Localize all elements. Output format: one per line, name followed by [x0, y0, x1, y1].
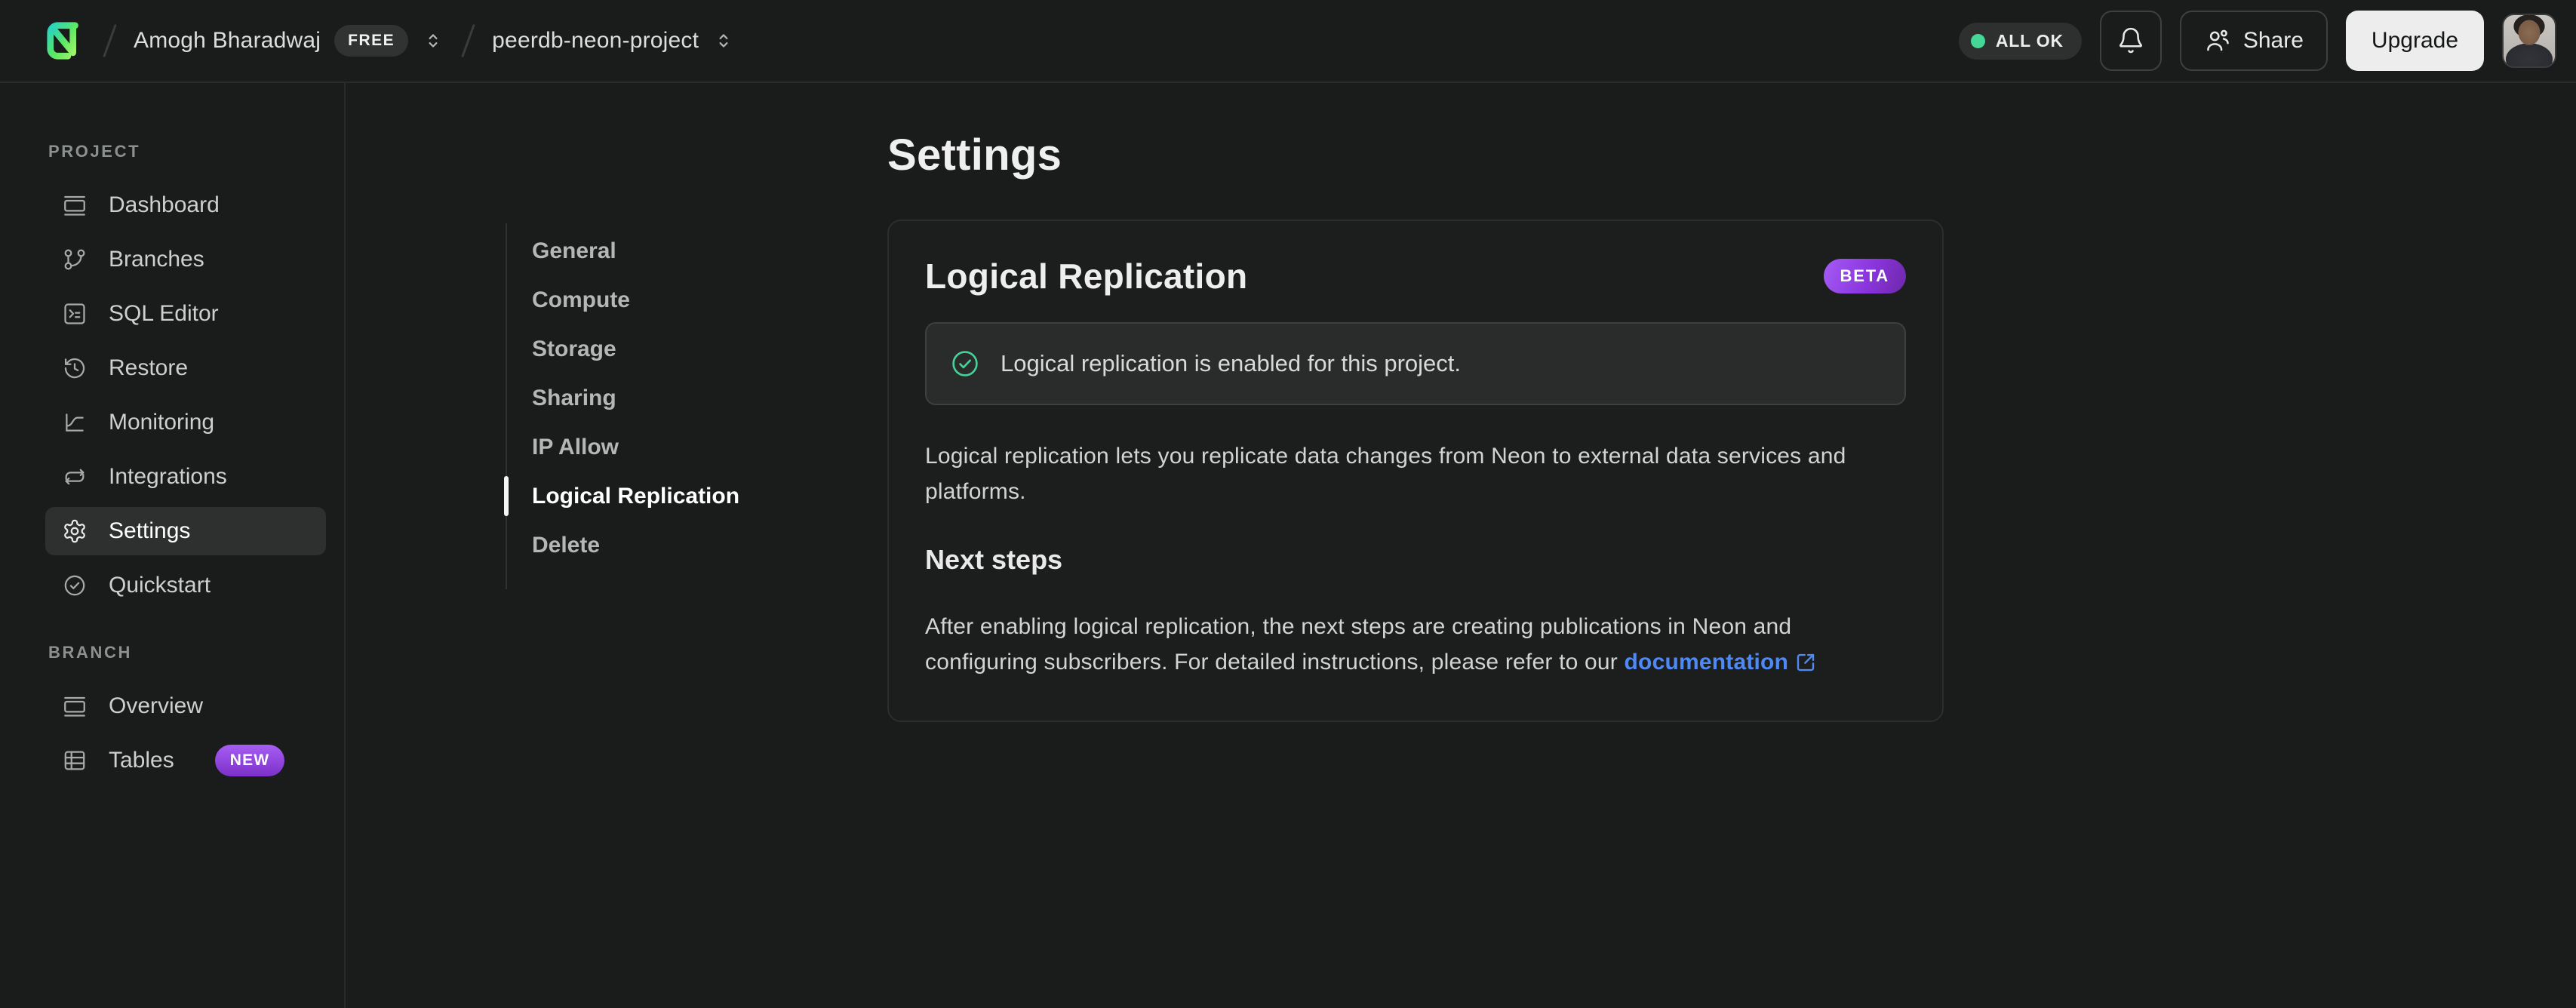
project-nav: Dashboard Branches SQL Editor Restore Mo…	[45, 181, 326, 610]
topbar-actions: ALL OK Share Upgrade	[1958, 11, 2556, 71]
sidebar-item-label: Quickstart	[109, 573, 211, 598]
notifications-button[interactable]	[2099, 11, 2162, 71]
sidebar: PROJECT Dashboard Branches SQL Editor Re…	[0, 83, 346, 1008]
status-pill[interactable]: ALL OK	[1958, 22, 2082, 60]
sidebar-item-label: Tables	[109, 748, 174, 773]
chevrons-up-down-icon	[719, 34, 728, 48]
settings-tab-logical-replication[interactable]: Logical Replication	[504, 472, 887, 521]
sidebar-item-tables[interactable]: Tables NEW	[45, 736, 326, 785]
chevrons-up-down-icon	[429, 34, 438, 48]
settings-tab-ip-allow[interactable]: IP Allow	[507, 423, 887, 472]
card-title: Logical Replication	[925, 257, 1248, 296]
upgrade-label: Upgrade	[2371, 28, 2458, 53]
sidebar-item-dashboard[interactable]: Dashboard	[45, 181, 326, 229]
settings-tab-compute[interactable]: Compute	[507, 275, 887, 324]
main-content: General Compute Storage Sharing IP Allow…	[346, 83, 2576, 1008]
table-icon	[64, 751, 85, 770]
documentation-link[interactable]: documentation	[1625, 644, 1818, 680]
upgrade-button[interactable]: Upgrade	[2345, 11, 2484, 71]
sidebar-item-monitoring[interactable]: Monitoring	[45, 398, 326, 447]
sidebar-item-label: SQL Editor	[109, 301, 219, 326]
chart-icon	[66, 413, 84, 432]
bell-icon	[2119, 27, 2142, 54]
plan-badge: FREE	[334, 25, 409, 57]
neon-logo-icon[interactable]	[45, 20, 86, 61]
settings-tab-delete[interactable]: Delete	[507, 521, 887, 570]
breadcrumb-org-selector[interactable]: Amogh Bharadwaj FREE	[134, 25, 444, 57]
page-title: Settings	[887, 131, 1062, 180]
status-dot-icon	[1970, 33, 1985, 48]
avatar[interactable]	[2502, 14, 2556, 68]
settings-content: Settings Logical Replication BETA Logica…	[887, 83, 1944, 1008]
sidebar-item-restore[interactable]: Restore	[45, 344, 326, 392]
beta-badge: BETA	[1823, 259, 1906, 293]
external-link-icon	[1797, 653, 1815, 671]
sidebar-section-branch: BRANCH	[48, 643, 132, 662]
sidebar-item-label: Dashboard	[109, 192, 220, 217]
documentation-link-label: documentation	[1624, 650, 1789, 675]
settings-tab-general[interactable]: General	[507, 226, 887, 275]
breadcrumb-separator	[103, 23, 117, 58]
sidebar-item-label: Settings	[109, 518, 191, 543]
settings-subnav: General Compute Storage Sharing IP Allow…	[504, 223, 887, 1008]
next-steps-text: After enabling logical replication, the …	[925, 609, 1883, 680]
alert-text: Logical replication is enabled for this …	[1001, 350, 1462, 376]
history-icon	[64, 358, 85, 379]
topbar: Amogh Bharadwaj FREE peerdb-neon-project…	[0, 0, 2576, 83]
sidebar-item-label: Overview	[109, 693, 204, 718]
sidebar-item-branches[interactable]: Branches	[45, 235, 326, 284]
intro-text: Logical replication lets you replicate d…	[925, 444, 1846, 504]
breadcrumb-separator	[461, 23, 475, 58]
users-icon	[2206, 29, 2229, 51]
settings-tab-sharing[interactable]: Sharing	[507, 373, 887, 423]
share-button[interactable]: Share	[2179, 11, 2328, 71]
gear-icon	[64, 519, 85, 543]
success-alert: Logical replication is enabled for this …	[925, 322, 1906, 405]
logical-replication-card: Logical Replication BETA Logical replica…	[887, 220, 1944, 722]
settings-tab-storage[interactable]: Storage	[507, 324, 887, 373]
sidebar-item-label: Restore	[109, 355, 189, 380]
new-badge: NEW	[214, 745, 285, 776]
sidebar-item-integrations[interactable]: Integrations	[45, 453, 326, 501]
check-circle-icon	[952, 351, 978, 376]
integrations-icon	[65, 469, 85, 485]
sidebar-item-label: Monitoring	[109, 410, 215, 435]
check-circle-icon	[64, 575, 85, 596]
sidebar-item-quickstart[interactable]: Quickstart	[45, 561, 326, 610]
branch-nav: Overview Tables NEW	[45, 682, 326, 785]
project-name: peerdb-neon-project	[492, 28, 699, 53]
org-name: Amogh Bharadwaj	[134, 28, 321, 53]
breadcrumb-project-selector[interactable]: peerdb-neon-project	[492, 28, 735, 54]
sidebar-item-overview[interactable]: Overview	[45, 682, 326, 730]
sidebar-item-sql-editor[interactable]: SQL Editor	[45, 290, 326, 338]
overview-icon	[64, 696, 85, 717]
git-branch-icon	[64, 249, 85, 270]
sidebar-item-label: Branches	[109, 247, 204, 272]
sidebar-item-label: Integrations	[109, 464, 227, 489]
dashboard-icon	[64, 195, 85, 216]
next-steps-heading: Next steps	[925, 544, 1063, 575]
sidebar-section-project: PROJECT	[48, 142, 141, 161]
sidebar-item-settings[interactable]: Settings	[45, 507, 326, 555]
status-label: ALL OK	[1995, 30, 2064, 51]
sql-terminal-icon	[64, 303, 85, 324]
share-label: Share	[2242, 28, 2304, 53]
